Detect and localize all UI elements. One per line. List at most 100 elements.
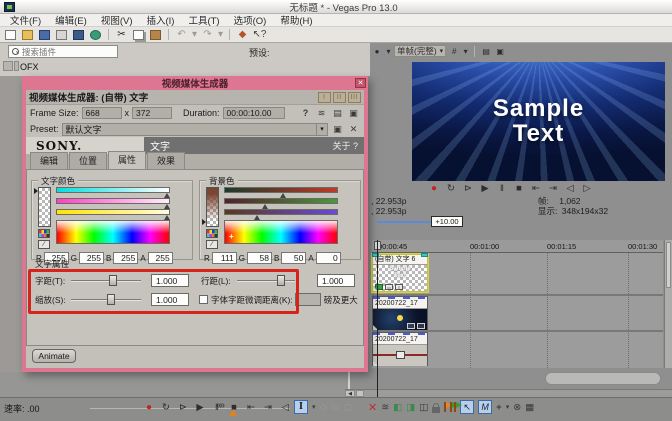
redo-icon[interactable]: ↷ [200,28,215,41]
about-link[interactable]: 关于 ? [332,139,358,152]
paste-icon[interactable] [148,28,163,41]
tool-icon[interactable]: ▭ [331,402,340,413]
undo-dropdown-icon[interactable]: ▾ [191,28,198,41]
open-in-trimmer-icon[interactable] [71,28,86,41]
tool-icon[interactable]: ◇ [320,402,327,413]
go-to-start-button[interactable]: ⇤ [530,183,541,194]
blue-slider[interactable] [56,209,170,217]
color-spectrum[interactable]: + [224,220,338,244]
color-spectrum[interactable] [56,220,170,244]
text-event-clip[interactable]: (自带) 文字 6 Sample Text ▭ ≡ [372,254,428,292]
close-icon[interactable]: ✕ [355,78,366,88]
auto-ripple-icon[interactable]: ⊗ [513,402,521,413]
play-from-start-button[interactable]: ⊳ [462,183,473,194]
tab-properties[interactable]: 属性 [108,151,146,169]
menu-tools[interactable]: 工具(T) [181,13,226,27]
envelope-tool-icon[interactable]: M [478,400,492,414]
overlay-dropdown-icon[interactable]: ▾ [462,45,469,57]
edit-tool-icon[interactable]: ◆ [235,28,250,41]
overlay-grid-icon[interactable]: # [448,45,460,57]
scrollbar-thumb[interactable] [666,242,671,288]
save-snapshot-icon[interactable]: ▣ [494,45,506,57]
gain-handle[interactable] [396,351,405,359]
loop-playback-button[interactable]: ↻ [445,183,456,194]
video-event-clip[interactable]: 20200722_17 [372,296,428,330]
clip-handle[interactable] [421,253,428,257]
playhead-line[interactable] [377,240,378,397]
red-slider[interactable] [224,187,338,195]
copy-icon[interactable] [131,28,146,41]
zoom-slider[interactable] [377,221,431,223]
menu-insert[interactable]: 插入(I) [139,13,181,27]
stop-button[interactable]: ■ [513,183,524,194]
frame-height-field[interactable]: 372 [132,107,172,119]
tab-position[interactable]: 位置 [69,152,107,169]
new-project-icon[interactable] [3,28,18,41]
copy-snapshot-icon[interactable]: ▤ [480,45,492,57]
context-help-icon[interactable]: ↖? [252,28,267,41]
leading-field[interactable]: 1.000 [317,274,355,287]
timeline-horizontal-scrollbar-thumb[interactable] [545,372,661,385]
menu-view[interactable]: 视图(V) [94,13,140,27]
lock-icon[interactable] [432,407,440,413]
help-icon[interactable]: ? [299,107,312,119]
header-button-2[interactable]: || [333,92,346,103]
go-to-end-button[interactable]: ⇥ [262,402,273,413]
preset-dropdown[interactable]: 默认文字 ▾ [62,123,328,136]
header-button-1[interactable]: | [318,92,331,103]
save-preset-icon[interactable]: ▣ [331,123,344,135]
trim-start-icon[interactable]: ◧ [393,402,402,413]
menu-help[interactable]: 帮助(H) [273,13,319,27]
menu-file[interactable]: 文件(F) [3,13,48,27]
plugin-chain-icon[interactable]: ≋ [315,107,328,119]
record-button[interactable]: ● [428,183,439,194]
scroll-left-icon[interactable]: ◀ [345,390,355,397]
b-field[interactable]: 50 [281,252,306,264]
project-properties-icon[interactable] [54,28,69,41]
green-slider[interactable] [224,198,338,206]
play-button[interactable]: ▶ [479,183,490,194]
scrollbar-thumb[interactable] [356,390,364,397]
tab-edit[interactable]: 编辑 [30,152,68,169]
play-from-start-button[interactable]: ⊳ [177,402,188,413]
split-icon[interactable]: ◫ [419,402,428,413]
pause-button[interactable]: ‖ [496,183,507,194]
tab-effects[interactable]: 效果 [147,152,185,169]
previous-frame-button[interactable]: ◁ [279,402,290,413]
timeline-vertical-scrollbar[interactable] [664,240,672,368]
alpha-marker[interactable] [202,219,206,225]
pan-crop-icon[interactable] [407,323,415,329]
blue-slider[interactable] [224,209,338,217]
dock-window-icon[interactable]: ▣ [347,107,360,119]
track-horizontal-scrollbar[interactable]: ◀ [345,389,672,397]
b-field[interactable]: 255 [113,252,138,264]
search-input[interactable] [22,47,114,57]
save-project-icon[interactable] [37,28,52,41]
import-media-icon[interactable] [88,28,103,41]
redo-dropdown-icon[interactable]: ▾ [217,28,224,41]
pause-button[interactable]: ‖ [211,402,222,413]
tree-collapse-icon[interactable] [3,61,13,71]
tool-icon[interactable]: ◻ [344,402,352,413]
audio-event-clip[interactable]: 20200722_17 [372,332,428,366]
event-fx-icon[interactable]: ≡ [395,284,403,290]
menu-options[interactable]: 选项(O) [227,13,274,27]
menu-edit[interactable]: 编辑(E) [48,13,94,27]
red-slider[interactable] [56,187,170,195]
a-field[interactable]: 0 [316,252,341,264]
ibeam-tool-icon[interactable]: I [294,400,308,414]
g-field[interactable]: 58 [247,252,272,264]
pan-crop-icon[interactable]: ▭ [385,284,393,290]
cut-icon[interactable]: ✂ [114,28,129,41]
preview-quality-dropdown[interactable]: 单帧(完整) ▾ [394,45,446,57]
region-flag-icon[interactable] [450,402,452,412]
background-color-swatch[interactable] [206,187,219,227]
spectrum-crosshair[interactable]: + [229,233,234,241]
search-box[interactable] [8,45,118,58]
expand-track-icon[interactable]: + [496,402,502,413]
palette-icon[interactable] [206,229,218,238]
output-dropdown-icon[interactable]: ▾ [385,45,392,57]
alpha-marker[interactable] [34,188,38,194]
duration-field[interactable]: 00:00:10.00 [223,107,285,119]
dialog-title-bar[interactable]: 视频媒体生成器 ✕ [22,76,368,90]
